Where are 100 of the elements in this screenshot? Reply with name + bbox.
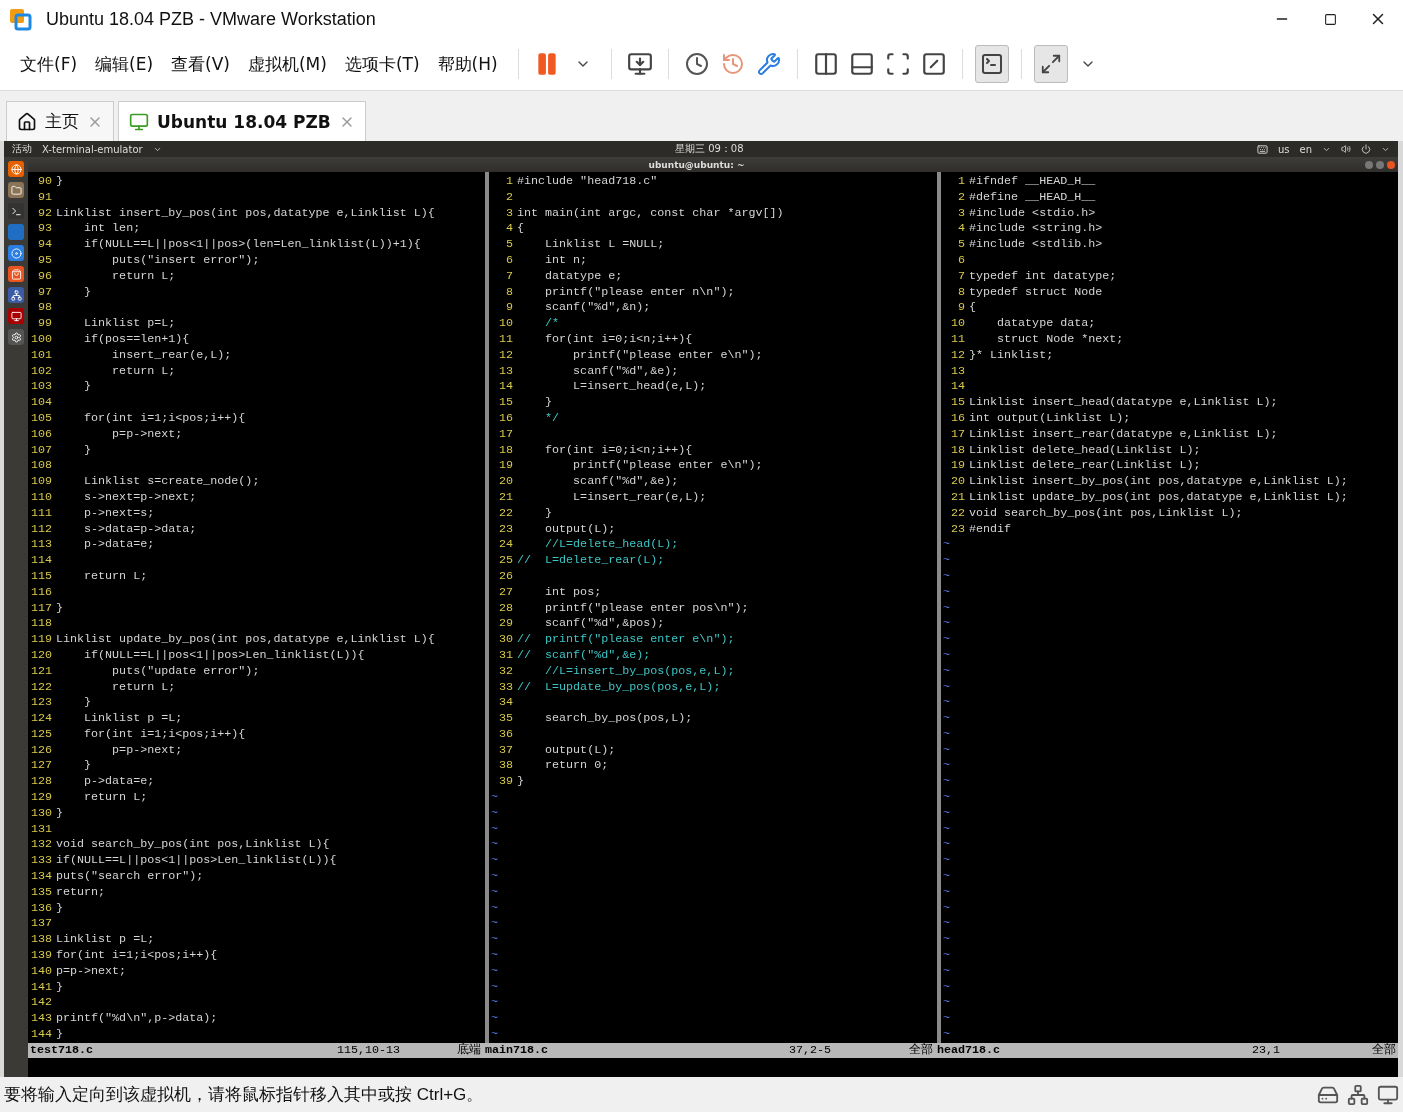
code-line: } bbox=[517, 774, 524, 791]
code-line: // L=update_by_pos(pos,e,L); bbox=[517, 679, 721, 696]
close-button[interactable] bbox=[1387, 160, 1395, 169]
line-number: 131 bbox=[29, 821, 53, 838]
line-number: 38 bbox=[497, 758, 514, 775]
volume-icon[interactable] bbox=[1341, 144, 1351, 154]
code-line: Linklist delete_rear(Linklist L); bbox=[969, 458, 1201, 475]
code-line: } bbox=[544, 505, 553, 522]
split-view-icon[interactable] bbox=[812, 51, 839, 77]
line-number: 6 bbox=[957, 253, 966, 269]
code-line: #include <stdio.h> bbox=[969, 205, 1096, 222]
code-line: // scanf("%d",&e); bbox=[517, 647, 651, 664]
empty-line-marker: ~ bbox=[942, 774, 950, 791]
line-number: 10 bbox=[497, 316, 514, 332]
minimize-button[interactable] bbox=[1365, 160, 1373, 169]
line-number: 115 bbox=[29, 568, 53, 585]
empty-line-marker: ~ bbox=[942, 711, 950, 727]
line-number: 118 bbox=[29, 616, 53, 633]
bottom-panel-icon[interactable] bbox=[848, 51, 875, 77]
code-line: puts("search error"); bbox=[56, 869, 204, 885]
code-line: return; bbox=[56, 884, 106, 901]
menu-item[interactable]: 编辑(E) bbox=[89, 48, 160, 80]
code-line: for(int i=1;i<pos;i++){ bbox=[83, 410, 246, 427]
keyboard-layout[interactable]: us bbox=[1277, 143, 1290, 155]
menu-item[interactable]: 选项卡(T) bbox=[338, 48, 426, 80]
network-icon[interactable] bbox=[8, 287, 24, 303]
empty-line-marker: ~ bbox=[942, 553, 950, 569]
line-number: 126 bbox=[29, 742, 53, 759]
app-icon[interactable] bbox=[8, 245, 24, 261]
code-line: return L; bbox=[83, 790, 148, 806]
line-number: 103 bbox=[29, 379, 53, 396]
monitor-icon[interactable] bbox=[8, 308, 24, 324]
display-icon[interactable] bbox=[1377, 1083, 1399, 1106]
shopping-bag-icon[interactable] bbox=[8, 266, 24, 282]
line-number: 4 bbox=[505, 221, 514, 238]
code-line: Linklist update_by_pos(int pos,datatype e,Linklist L){ bbox=[56, 632, 435, 648]
line-number: 7 bbox=[957, 268, 966, 285]
folder-icon[interactable] bbox=[8, 182, 24, 198]
code-line: printf("%d\n",p->data); bbox=[56, 1011, 218, 1028]
app-menu[interactable]: X-terminal-emulator bbox=[42, 143, 143, 155]
maximize-icon[interactable] bbox=[1323, 12, 1337, 26]
menu-item[interactable]: 虚拟机(M) bbox=[241, 48, 333, 80]
terminal-icon[interactable] bbox=[8, 203, 24, 219]
monitor-download-icon[interactable] bbox=[626, 51, 653, 77]
menu-item[interactable]: 帮助(H) bbox=[431, 48, 504, 80]
line-number: 96 bbox=[36, 268, 53, 285]
code-line: p->data=e; bbox=[83, 774, 155, 791]
empty-line-marker: ~ bbox=[942, 995, 950, 1012]
line-number: 23 bbox=[949, 521, 966, 538]
language-menu[interactable]: en bbox=[1299, 143, 1312, 155]
network-icon[interactable] bbox=[1347, 1083, 1369, 1106]
code-line: //L=delete_head(L); bbox=[544, 537, 679, 554]
empty-line-marker: ~ bbox=[942, 647, 950, 664]
clock[interactable]: 星期三 09：08 bbox=[171, 142, 1247, 156]
console-view-icon[interactable] bbox=[974, 45, 1009, 83]
wrench-icon[interactable] bbox=[756, 52, 781, 76]
empty-line-marker: ~ bbox=[942, 790, 950, 806]
clock-icon[interactable] bbox=[684, 52, 709, 76]
menu-item[interactable]: 查看(V) bbox=[165, 48, 236, 80]
browser-icon[interactable] bbox=[8, 161, 24, 177]
line-number: 1 bbox=[957, 174, 966, 190]
stretch-icon[interactable] bbox=[1033, 45, 1068, 83]
maximize-button[interactable] bbox=[1376, 160, 1384, 169]
line-number: 90 bbox=[36, 174, 53, 190]
line-number: 111 bbox=[29, 505, 53, 522]
code-line: Linklist p=L; bbox=[83, 316, 176, 332]
empty-line-marker: ~ bbox=[490, 900, 498, 917]
code-line: p=p->next; bbox=[56, 963, 127, 980]
empty-line-marker: ~ bbox=[490, 1027, 498, 1043]
tab-label: 主页 bbox=[45, 110, 79, 133]
code-line: Linklist p =L; bbox=[56, 932, 155, 949]
scroll-position: 全部 bbox=[908, 1043, 934, 1058]
code-line: Linklist p =L; bbox=[83, 711, 183, 727]
code-line: printf("please enter n\n"); bbox=[544, 284, 735, 301]
menu-item[interactable]: 文件(F) bbox=[14, 48, 84, 80]
empty-line-marker: ~ bbox=[942, 963, 950, 980]
tab[interactable]: Ubuntu 18.04 PZB bbox=[118, 101, 366, 141]
empty-line-marker: ~ bbox=[942, 805, 950, 822]
activities-button[interactable]: 活动 bbox=[12, 142, 32, 156]
line-number: 5 bbox=[505, 237, 514, 253]
code-line: int main(int argc, const char *argv[]) bbox=[517, 205, 784, 222]
line-number: 100 bbox=[29, 331, 53, 348]
line-number: 140 bbox=[29, 963, 53, 980]
full-screen-icon[interactable] bbox=[884, 51, 911, 77]
line-number: 98 bbox=[36, 300, 53, 317]
code-line: // printf("please enter e\n"); bbox=[517, 632, 735, 648]
settings-icon[interactable] bbox=[8, 329, 24, 345]
code-line: if(NULL==L||pos<1||pos>Len_linklist(L)){ bbox=[83, 647, 365, 664]
empty-line-marker: ~ bbox=[490, 995, 498, 1012]
code-line: } bbox=[83, 284, 92, 301]
tab[interactable]: 主页 bbox=[6, 101, 114, 141]
line-number: 112 bbox=[29, 521, 53, 538]
line-number: 34 bbox=[497, 695, 514, 712]
terminal-title: ubuntu@ubuntu: ~ bbox=[647, 159, 746, 170]
virtual-machine-icon bbox=[129, 111, 149, 132]
code-line: p=p->next; bbox=[111, 426, 183, 443]
line-number: 8 bbox=[957, 284, 966, 301]
line-number: 122 bbox=[29, 679, 53, 696]
line-number: 105 bbox=[29, 410, 53, 427]
power-icon[interactable] bbox=[1361, 144, 1371, 154]
